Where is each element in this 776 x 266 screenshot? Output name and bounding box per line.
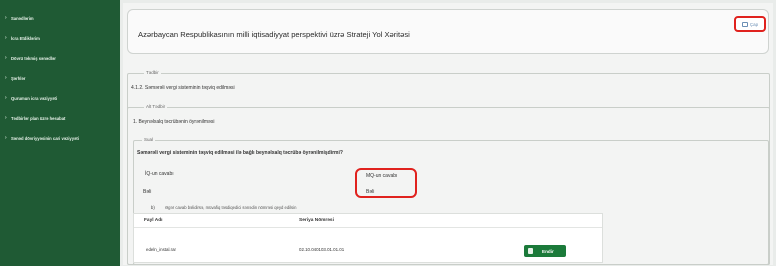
sual-legend: Sual [142,137,156,142]
mq-answer-highlight [355,168,417,198]
sidebar-item-qurum-icra[interactable]: › Qurumun icra vəziyyəti [0,95,120,116]
tedbir-legend: Tədbir [144,70,161,75]
sidebar-item-label: Tədbirlər plan üzrə hesabat [11,116,66,121]
sidebar-item-label: Şərhlər [11,76,26,81]
download-icon [528,248,533,254]
file-name-link[interactable]: edeln_instal.rar [146,247,176,252]
sidebar-item-tedbirler-hesabat[interactable]: › Tədbirlər plan üzrə hesabat [0,115,120,136]
sidebar-item-serhler[interactable]: › Şərhlər [0,75,120,96]
sidebar-item-sanedlerim[interactable]: › Sanədlərim [0,15,120,36]
tedbir-text: 4.1.2. Səmərəli vergi sisteminin təşviq … [131,85,235,91]
page-header: Azərbaycan Respublikasının milli iqtisad… [127,9,769,54]
alt-tedbir-text: 1. Beynəlxalq təcrübənin öyrənilməsi [133,119,215,125]
table-header: Fayl Adı Seriya Nömrəsi [134,214,602,228]
column-header-file-name: Fayl Adı [144,218,163,223]
note-text: Əgər cavab bəlidirsə, müvafiq təsdiqedic… [165,205,297,210]
page-title: Azərbaycan Respublikasının milli iqtisad… [138,30,410,39]
sidebar-item-label: Sanədlərim [11,16,34,21]
note-prefix: b) [151,205,155,210]
download-button-label: Endir [542,248,554,254]
sidebar: › Sanədlərim › İcra Etdiklərim › Dövrü t… [0,0,120,266]
iq-answer-value: Bəli [143,189,152,195]
question-text: Səmərəli vergi sisteminin təşviq edilməs… [137,150,343,156]
sidebar-item-label: Sənəd dövriyyəsinin cari vəziyyəti [11,136,79,141]
sidebar-item-label: Dövrü təkmiş sənədlər [11,56,56,61]
print-icon [741,21,748,27]
sidebar-item-dovru-tekmis[interactable]: › Dövrü təkmiş sənədlər [0,55,120,76]
sidebar-item-sened-dovriyyesi[interactable]: › Sənəd dövriyyəsinin cari vəziyyəti [0,135,120,160]
main-content: Azərbaycan Respublikasının milli iqtisad… [123,3,773,265]
print-button-label: Çap [749,21,759,27]
alt-tedbir-legend: Alt Tədbir [144,104,168,109]
print-button[interactable]: Çap [734,16,766,32]
download-button[interactable]: Endir [524,245,566,257]
sidebar-item-icra-etdiklerim[interactable]: › İcra Etdiklərim [0,35,120,56]
files-table: Fayl Adı Seriya Nömrəsi edeln_instal.rar… [133,213,603,263]
iq-answer-label: İQ-un cavabı [145,171,174,177]
sidebar-item-label: İcra Etdiklərim [11,36,40,41]
file-serial: 02.10.040103.01.01.01 [299,247,345,252]
column-header-serial: Seriya Nömrəsi [299,218,334,223]
sidebar-item-label: Qurumun icra vəziyyəti [11,96,58,101]
